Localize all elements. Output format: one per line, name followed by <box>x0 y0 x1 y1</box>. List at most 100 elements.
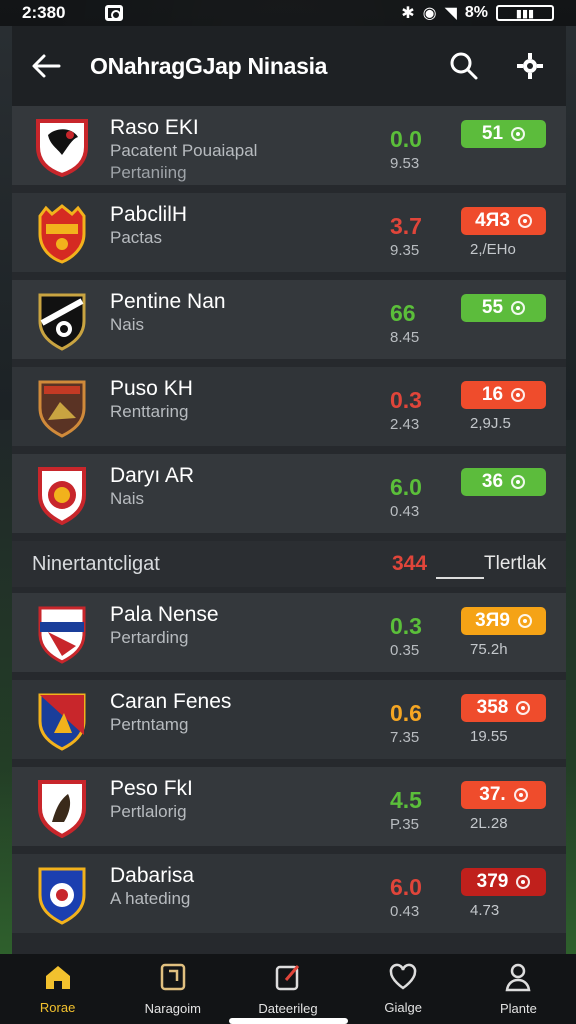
alarm-icon: ◉ <box>422 5 437 22</box>
team-name: Dabarisa <box>110 864 195 887</box>
bet-pill-value: 3Я9 <box>475 610 510 631</box>
team-info: PabclilH Pactas <box>110 203 187 249</box>
odds-block[interactable]: 66 8.45 <box>390 300 419 348</box>
bet-pill-button[interactable]: 36 <box>461 468 546 496</box>
target-icon <box>511 475 526 489</box>
match-row[interactable]: Pentine Nan Nais 66 8.45 55 <box>12 280 566 367</box>
team-logo-icon <box>34 776 90 838</box>
odds-block[interactable]: 0.0 9.53 <box>390 126 422 174</box>
odds-secondary: 9.35 <box>390 242 420 259</box>
team-subtitle: Pertlalorig <box>110 802 187 821</box>
section-link[interactable]: Tlertlak <box>484 553 546 575</box>
team-info: Peso FkI Pertlalorig <box>110 777 193 823</box>
team-name: Caran Fenes <box>110 690 232 713</box>
section-count: 344 <box>392 552 428 575</box>
odds-panel: ONahragGJap Ninasia Raso EKI Pacatent Pou… <box>12 26 566 954</box>
battery-percent: 8% <box>464 4 488 21</box>
target-icon <box>511 301 526 315</box>
bet-pill-button[interactable]: 55 <box>461 294 546 322</box>
match-row[interactable]: Pala Nense Pertarding 0.3 0.35 3Я9 75.2h <box>12 593 566 680</box>
odds-block[interactable]: 6.0 0.43 <box>390 474 422 522</box>
page-title: ONahragGJap Ninasia <box>90 52 328 79</box>
team-subtitle: Pactas <box>110 228 162 247</box>
bet-pill-value: 51 <box>481 123 504 144</box>
team-status: Pertaniing <box>110 163 187 182</box>
nav-item-rorae[interactable]: Rorae <box>0 954 115 1024</box>
favorites-icon <box>388 963 418 996</box>
odds-block[interactable]: 0.3 0.35 <box>390 613 422 661</box>
bet-pill-value: 379 <box>476 871 509 892</box>
match-row[interactable]: Daryı AR Nais 6.0 0.43 36 <box>12 454 566 541</box>
section-title: Ninertantcligat <box>32 552 160 575</box>
bet-pill-subtext: 2L.28 <box>470 815 508 832</box>
search-icon <box>450 52 478 80</box>
bet-pill-value: 358 <box>476 697 509 718</box>
match-row[interactable]: Dabarisa A hateding 6.0 0.43 379 4.73 <box>12 854 566 941</box>
matches-icon <box>159 962 187 997</box>
bet-pill-value: 4Я3 <box>475 210 510 231</box>
bet-pill-button[interactable]: 358 <box>461 694 546 722</box>
team-name: Peso FkI <box>110 777 193 800</box>
team-subtitle: Pacatent Pouaiapal <box>110 141 258 160</box>
odds-block[interactable]: 6.0 0.43 <box>390 874 422 922</box>
nav-item-naragoim[interactable]: Naragoim <box>115 954 230 1024</box>
odds-value: 0.3 <box>390 387 422 413</box>
team-info: Caran Fenes Pertntamg <box>110 690 231 736</box>
team-subtitle: Renttaring <box>110 402 189 421</box>
match-row[interactable]: Puso KH Renttaring 0.3 2.43 16 2,9J.5 <box>12 367 566 454</box>
bet-pill-button[interactable]: 51 <box>461 120 546 148</box>
match-row[interactable]: Peso FkI Pertlalorig 4.5 P.35 37. 2L.28 <box>12 767 566 854</box>
team-subtitle: A hateding <box>110 889 191 908</box>
bet-pill-value: 16 <box>481 384 504 405</box>
odds-value: 6.0 <box>390 874 422 900</box>
target-icon <box>511 127 526 141</box>
bet-pill-value: 55 <box>481 297 504 318</box>
team-logo-icon <box>34 289 90 351</box>
odds-value: 4.5 <box>390 787 422 813</box>
match-row[interactable]: Raso EKI Pacatent Pouaiapal Pertaniing 0.0 9… <box>12 106 566 193</box>
odds-block[interactable]: 0.6 7.35 <box>390 700 422 748</box>
team-name: Pentine Nan <box>110 290 226 313</box>
nav-item-dateerileg[interactable]: Dateerileg <box>230 954 345 1024</box>
bet-pill-button[interactable]: 4Я3 <box>461 207 546 235</box>
odds-block[interactable]: 3.7 9.35 <box>390 213 422 261</box>
bet-pill-subtext: 19.55 <box>470 728 508 745</box>
bet-pill-value: 37. <box>479 784 506 805</box>
bet-pill-button[interactable]: 16 <box>461 381 546 409</box>
target-icon <box>513 788 528 802</box>
bet-pill-button[interactable]: 37. <box>461 781 546 809</box>
match-row[interactable]: Caran Fenes Pertntamg 0.6 7.35 358 19.55 <box>12 680 566 767</box>
home-icon <box>43 963 73 996</box>
bet-pill-button[interactable]: 3Я9 <box>461 607 546 635</box>
nav-item-plante[interactable]: Plante <box>461 954 576 1024</box>
odds-value: 66 <box>390 300 416 326</box>
status-time: 2:380 <box>22 3 66 22</box>
target-icon <box>517 214 532 228</box>
arrow-left-icon <box>32 54 61 78</box>
nav-label: Plante <box>499 1001 537 1016</box>
team-name: Daryı AR <box>110 464 195 487</box>
battery-icon: ▮▮▮ <box>496 5 554 21</box>
bet-pill-button[interactable]: 379 <box>461 868 546 896</box>
nav-item-gialge[interactable]: Gialge <box>346 954 461 1024</box>
settings-button[interactable] <box>510 46 550 86</box>
wifi-icon: ◥ <box>444 5 457 22</box>
odds-block[interactable]: 4.5 P.35 <box>390 787 422 835</box>
team-info: Pentine Nan Nais <box>110 290 226 336</box>
team-subtitle: Pertntamg <box>110 715 189 734</box>
nav-label: Dateerileg <box>258 1001 318 1016</box>
odds-value: 0.3 <box>390 613 422 639</box>
bet-pill-subtext: 2,/EHo <box>470 241 516 258</box>
team-info: Raso EKI Pacatent Pouaiapal Pertaniing <box>110 116 257 184</box>
team-info: Pala Nense Pertarding <box>110 603 219 649</box>
team-info: Daryı AR Nais <box>110 464 194 510</box>
odds-value: 6.0 <box>390 474 422 500</box>
app-header: ONahragGJap Ninasia <box>12 26 566 106</box>
search-button[interactable] <box>444 46 484 86</box>
match-row[interactable]: PabclilH Pactas 3.7 9.35 4Я3 2,/EHo <box>12 193 566 280</box>
bet-pill-subtext: 75.2h <box>470 641 508 658</box>
odds-value: 3.7 <box>390 213 422 239</box>
home-indicator <box>229 1018 348 1024</box>
odds-block[interactable]: 0.3 2.43 <box>390 387 422 435</box>
back-button[interactable] <box>28 48 64 84</box>
